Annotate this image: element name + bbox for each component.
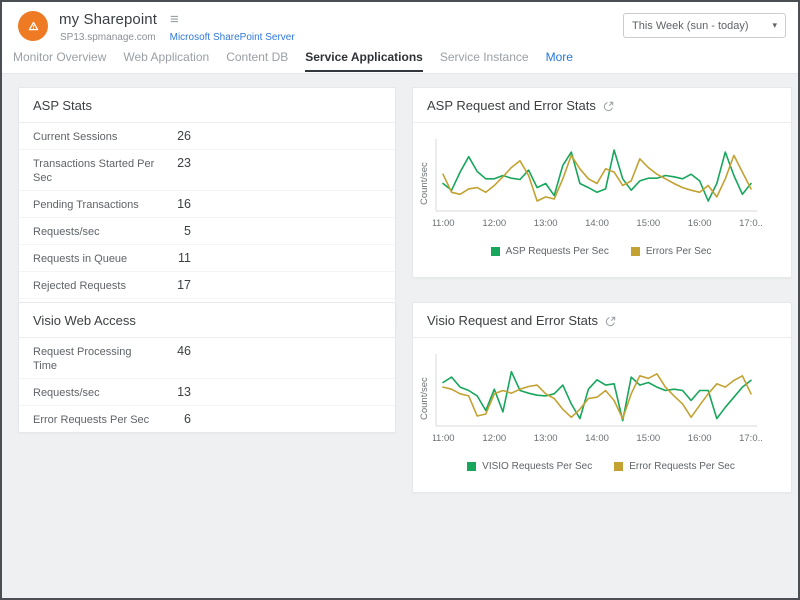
- chart-legend: VISIO Requests Per Sec Error Requests Per…: [419, 461, 783, 472]
- tab-content-db[interactable]: Content DB: [226, 50, 288, 70]
- stat-label: Error Requests Per Sec: [33, 411, 155, 427]
- legend-item: Error Requests Per Sec: [614, 461, 735, 472]
- open-in-new-window-icon[interactable]: [605, 316, 616, 327]
- stat-value: 6: [155, 411, 191, 426]
- tab-monitor-overview[interactable]: Monitor Overview: [13, 50, 106, 70]
- svg-text:16:00: 16:00: [688, 433, 712, 444]
- header: my Sharepoint ≡ SP13.spmanage.com Microso…: [2, 2, 798, 50]
- legend-item: VISIO Requests Per Sec: [467, 461, 592, 472]
- legend-item: ASP Requests Per Sec: [491, 246, 609, 257]
- stats-list: Request Processing Time 46 Requests/sec …: [19, 338, 395, 432]
- tab-web-application[interactable]: Web Application: [123, 50, 209, 70]
- sharepoint-logo-icon: [18, 11, 48, 41]
- stat-row: Requests/sec 5: [19, 218, 395, 245]
- stat-label: Requests in Queue: [33, 250, 155, 266]
- panel-title: ASP Stats: [19, 88, 395, 123]
- stat-row: Error Requests Per Sec 6: [19, 406, 395, 432]
- stat-value: 17: [155, 277, 191, 292]
- tab-service-instance[interactable]: Service Instance: [440, 50, 529, 70]
- time-range-value: This Week (sun - today): [632, 20, 772, 32]
- svg-text:11:00: 11:00: [433, 218, 455, 229]
- stat-value: 26: [155, 128, 191, 143]
- stat-label: Requests/sec: [33, 384, 155, 400]
- svg-text:13:00: 13:00: [534, 218, 558, 229]
- legend-item: Errors Per Sec: [631, 246, 712, 257]
- svg-text:16:00: 16:00: [688, 218, 712, 229]
- stat-row: Rejected Requests 17: [19, 272, 395, 299]
- line-chart: 11:00 12:00 13:00 14:00 15:00 16:00 17:0..: [433, 135, 769, 233]
- stat-value: 13: [155, 384, 191, 399]
- svg-text:12:00: 12:00: [482, 218, 506, 229]
- chart-title: Visio Request and Error Stats: [427, 313, 598, 328]
- stat-label: Rejected Requests: [33, 277, 155, 293]
- asp-chart-panel: ASP Request and Error Stats Count/sec 11…: [412, 87, 792, 278]
- stats-list: Current Sessions 26 Transactions Started…: [19, 123, 395, 325]
- menu-icon[interactable]: ≡: [170, 11, 179, 28]
- visio-web-access-panel: Visio Web Access Request Processing Time…: [18, 302, 396, 433]
- stat-label: Transactions Started Per Sec: [33, 155, 155, 185]
- chart-title: ASP Request and Error Stats: [427, 98, 596, 113]
- line-chart: 11:00 12:00 13:00 14:00 15:00 16:00 17:0..: [433, 350, 769, 448]
- svg-text:12:00: 12:00: [482, 433, 506, 444]
- tab-bar: Monitor Overview Web Application Content…: [2, 50, 798, 74]
- stat-row: Transactions Started Per Sec 23: [19, 150, 395, 191]
- stat-row: Requests in Queue 11: [19, 245, 395, 272]
- host-name: SP13.spmanage.com: [60, 32, 156, 43]
- svg-text:15:00: 15:00: [636, 433, 660, 444]
- y-axis-label: Count/sec: [419, 359, 433, 439]
- tab-more[interactable]: More: [546, 50, 573, 70]
- page-title: my Sharepoint: [59, 11, 157, 28]
- legend-swatch-icon: [614, 462, 623, 471]
- y-axis-label: Count/sec: [419, 144, 433, 224]
- asp-stats-panel: ASP Stats Current Sessions 26 Transactio…: [18, 87, 396, 326]
- svg-text:15:00: 15:00: [636, 218, 660, 229]
- svg-text:17:0..: 17:0..: [739, 433, 763, 444]
- svg-text:11:00: 11:00: [433, 433, 455, 444]
- stat-row: Pending Transactions 16: [19, 191, 395, 218]
- stat-row: Current Sessions 26: [19, 123, 395, 150]
- stat-value: 5: [155, 223, 191, 238]
- stat-value: 23: [155, 155, 191, 170]
- stat-row: Request Processing Time 46: [19, 338, 395, 379]
- warning-triangle-icon: [24, 17, 43, 36]
- chevron-down-icon: ▾: [772, 20, 777, 31]
- stat-row: Requests/sec 13: [19, 379, 395, 406]
- stat-label: Pending Transactions: [33, 196, 155, 212]
- open-in-new-window-icon[interactable]: [603, 101, 614, 112]
- legend-swatch-icon: [491, 247, 500, 256]
- legend-swatch-icon: [631, 247, 640, 256]
- server-type-link[interactable]: Microsoft SharePoint Server: [170, 32, 295, 43]
- stat-value: 16: [155, 196, 191, 211]
- app-window: my Sharepoint ≡ SP13.spmanage.com Microso…: [0, 0, 800, 600]
- svg-text:14:00: 14:00: [585, 218, 609, 229]
- stat-label: Request Processing Time: [33, 343, 155, 373]
- tab-service-applications[interactable]: Service Applications: [305, 50, 423, 72]
- svg-text:14:00: 14:00: [585, 433, 609, 444]
- chart-legend: ASP Requests Per Sec Errors Per Sec: [419, 246, 783, 257]
- stat-value: 11: [155, 250, 191, 265]
- svg-text:13:00: 13:00: [534, 433, 558, 444]
- visio-chart-panel: Visio Request and Error Stats Count/sec …: [412, 302, 792, 493]
- panel-title: Visio Web Access: [19, 303, 395, 338]
- stat-label: Requests/sec: [33, 223, 155, 239]
- stat-label: Current Sessions: [33, 128, 155, 144]
- dashboard-content: ASP Stats Current Sessions 26 Transactio…: [2, 74, 798, 598]
- svg-text:17:0..: 17:0..: [739, 218, 763, 229]
- time-range-select[interactable]: This Week (sun - today) ▾: [623, 13, 786, 38]
- legend-swatch-icon: [467, 462, 476, 471]
- stat-value: 46: [155, 343, 191, 358]
